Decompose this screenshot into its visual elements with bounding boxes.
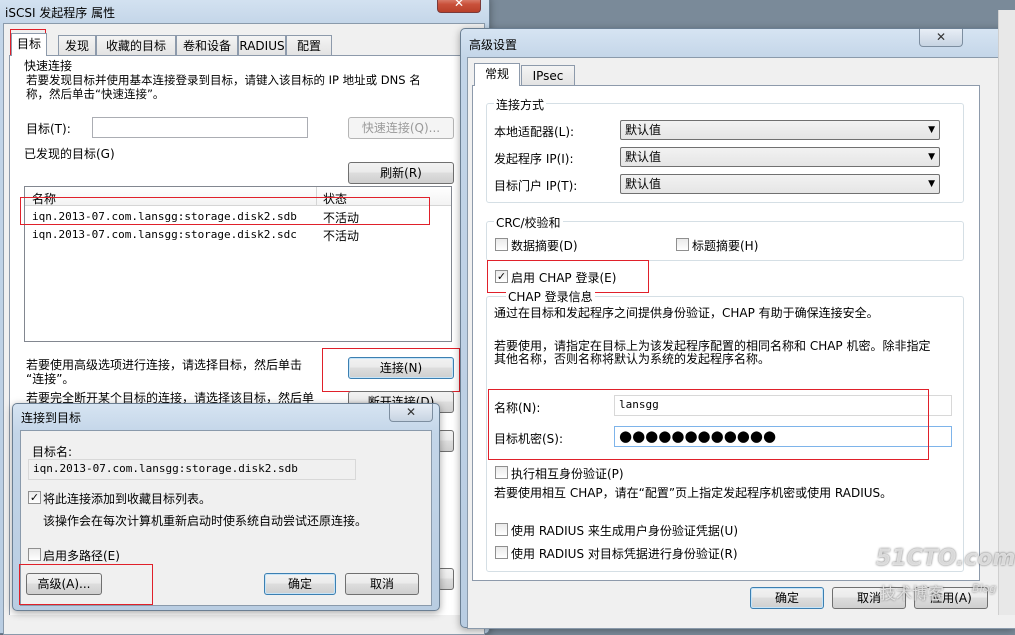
target-field-label: 目标(T): (26, 122, 71, 136)
connect-dialog-title: 连接到目标 (21, 411, 82, 425)
hidden-button-1[interactable] (438, 430, 454, 452)
quick-connect-button[interactable]: 快速连接(Q)... (348, 117, 454, 139)
table-row-name: iqn.2013-07.com.lansgg:storage.disk2.sdc (32, 228, 297, 241)
highlight-advanced-button (19, 564, 153, 605)
target-portal-select[interactable]: 默认值 ▼ (620, 174, 940, 194)
tab-general[interactable]: 常规 (474, 63, 520, 86)
advanced-ok-button[interactable]: 确定 (750, 587, 824, 609)
watermark-logo: 51CTO.com (876, 546, 1015, 571)
connect-dialog-cancel-button[interactable]: 取消 (345, 573, 419, 595)
chap-login-header: CHAP 登录信息 (506, 288, 595, 305)
mutual-auth-desc: 若要使用相互 CHAP，请在“配置”页上指定发起程序机密或使用 RADIUS。 (494, 486, 893, 500)
quick-connect-desc-line2: 称，然后单击“快速连接”。 (26, 87, 165, 101)
header-digest-label: 标题摘要(H) (692, 239, 759, 253)
add-to-favorites-label: 将此连接添加到收藏目标列表。 (43, 492, 212, 506)
add-to-favorites-desc: 该操作会在每次计算机重新启动时使系统自动尝试还原连接。 (43, 514, 368, 528)
hidden-button-2[interactable] (438, 568, 454, 590)
tab-radius[interactable]: RADIUS (238, 35, 286, 56)
data-digest-checkbox[interactable] (495, 238, 508, 251)
highlight-selected-target (20, 197, 430, 225)
chap-usage-desc-line2: 其他名称，否则名称将默认为系统的发起程序名称。 (494, 352, 771, 366)
radius-user-checkbox[interactable] (495, 523, 508, 536)
target-input[interactable] (92, 117, 308, 138)
target-portal-value: 默认值 (625, 177, 662, 191)
watermark-blog: Blog (972, 582, 997, 595)
tab-volumes-devices[interactable]: 卷和设备 (176, 35, 238, 56)
advanced-dialog-close-button[interactable]: ✕ (919, 29, 963, 47)
main-window-title: iSCSI 发起程序 属性 (5, 6, 116, 20)
advanced-dialog-title: 高级设置 (469, 38, 518, 52)
local-adapter-value: 默认值 (625, 123, 662, 137)
tab-discovery[interactable]: 发现 (58, 35, 96, 56)
chap-desc: 通过在目标和发起程序之间提供身份验证，CHAP 有助于确保连接安全。 (494, 306, 879, 320)
background-scrollbar[interactable] (998, 10, 1015, 615)
chevron-down-icon: ▼ (928, 179, 935, 189)
table-row-status: 不活动 (323, 229, 360, 243)
discovered-targets-header: 已发现的目标(G) (24, 147, 115, 161)
enable-multipath-label: 启用多路径(E) (43, 549, 120, 563)
watermark-subtitle: 技术博客 (880, 584, 945, 603)
header-digest-checkbox[interactable] (676, 238, 689, 251)
connect-dialog-close-button[interactable]: ✕ (389, 404, 433, 422)
data-digest-label: 数据摘要(D) (511, 239, 578, 253)
mutual-auth-label: 执行相互身份验证(P) (511, 467, 624, 481)
radius-target-label: 使用 RADIUS 对目标凭据进行身份验证(R) (511, 547, 738, 561)
connect-dialog-ok-button[interactable]: 确定 (264, 573, 336, 595)
add-to-favorites-checkbox[interactable]: ✓ (28, 491, 41, 504)
chevron-down-icon: ▼ (928, 125, 935, 135)
mutual-auth-checkbox[interactable] (495, 466, 508, 479)
initiator-ip-label: 发起程序 IP(I): (494, 152, 574, 166)
target-name-field[interactable]: iqn.2013-07.com.lansgg:storage.disk2.sdb (28, 459, 356, 480)
crc-header: CRC/校验和 (494, 214, 563, 231)
highlight-chap-credentials (488, 389, 929, 460)
tab-favorite-targets[interactable]: 收藏的目标 (96, 35, 176, 56)
initiator-ip-value: 默认值 (625, 150, 662, 164)
tab-targets[interactable]: 目标 (11, 33, 47, 56)
tab-configuration[interactable]: 配置 (286, 35, 332, 56)
highlight-connect-button (322, 348, 460, 392)
target-name-label: 目标名: (32, 445, 73, 459)
main-window-close-button[interactable]: ✕ (437, 0, 481, 13)
local-adapter-select[interactable]: 默认值 ▼ (620, 120, 940, 140)
refresh-button[interactable]: 刷新(R) (348, 162, 454, 184)
radius-target-checkbox[interactable] (495, 546, 508, 559)
local-adapter-label: 本地适配器(L): (494, 125, 575, 139)
connect-by-header: 连接方式 (494, 96, 547, 113)
radius-user-label: 使用 RADIUS 来生成用户身份验证凭据(U) (511, 524, 739, 538)
initiator-ip-select[interactable]: 默认值 ▼ (620, 147, 940, 167)
chevron-down-icon: ▼ (928, 152, 935, 162)
tab-ipsec[interactable]: IPsec (521, 65, 575, 86)
check-icon: ✓ (29, 491, 40, 504)
target-portal-label: 目标门户 IP(T): (494, 179, 578, 193)
enable-multipath-checkbox[interactable] (28, 548, 41, 561)
advanced-connect-text-line2: “连接”。 (26, 372, 75, 386)
